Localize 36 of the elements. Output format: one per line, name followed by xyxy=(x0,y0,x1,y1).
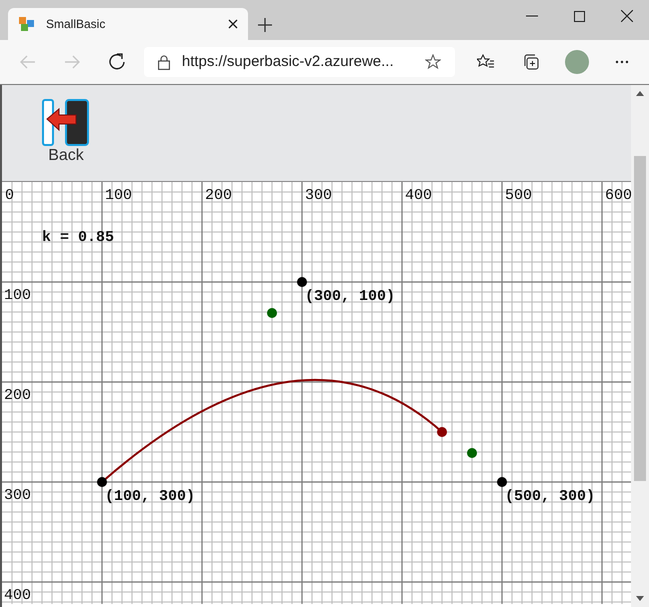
scroll-up-icon[interactable] xyxy=(636,91,644,96)
minimize-icon[interactable] xyxy=(526,15,538,17)
axis-label: 100 xyxy=(4,287,32,304)
axis-label: 200 xyxy=(4,387,32,404)
star-icon[interactable] xyxy=(425,54,442,70)
scroll-down-icon[interactable] xyxy=(636,596,644,601)
maximize-icon[interactable] xyxy=(574,10,585,22)
axis-label: 500 xyxy=(505,187,532,204)
point-label: (500, 300) xyxy=(505,488,596,505)
close-icon[interactable] xyxy=(621,10,633,22)
axis-label: 300 xyxy=(305,187,332,204)
axis-label: 600 xyxy=(605,187,631,204)
axis-label: 400 xyxy=(405,187,432,204)
refresh-icon[interactable] xyxy=(108,53,126,71)
new-tab-icon[interactable] xyxy=(258,18,272,32)
axis-label: 200 xyxy=(205,187,232,204)
cubes-icon xyxy=(18,16,36,32)
exit-arrow-icon xyxy=(42,99,90,147)
point-label: (100, 300) xyxy=(105,488,196,505)
address-bar[interactable]: https://superbasic-v2.azurewe... xyxy=(144,47,456,77)
axis-label: 0 xyxy=(5,187,14,204)
point-label: (300, 100) xyxy=(305,288,396,305)
axis-label: 100 xyxy=(105,187,132,204)
scrollbar-thumb[interactable] xyxy=(634,156,646,481)
browser-tab[interactable]: SmallBasic xyxy=(8,8,248,40)
lock-icon xyxy=(158,54,170,70)
tab-title: SmallBasic xyxy=(46,16,106,33)
favorites-icon[interactable] xyxy=(477,54,496,70)
axis-label: 400 xyxy=(4,587,32,604)
axis-label: 300 xyxy=(4,487,32,504)
collections-icon[interactable] xyxy=(523,54,540,70)
scrollbar[interactable] xyxy=(631,85,649,607)
url-text: https://superbasic-v2.azurewe... xyxy=(182,52,395,72)
back-button[interactable]: Back xyxy=(42,99,90,165)
more-icon[interactable] xyxy=(615,60,629,64)
close-icon[interactable] xyxy=(228,19,238,29)
